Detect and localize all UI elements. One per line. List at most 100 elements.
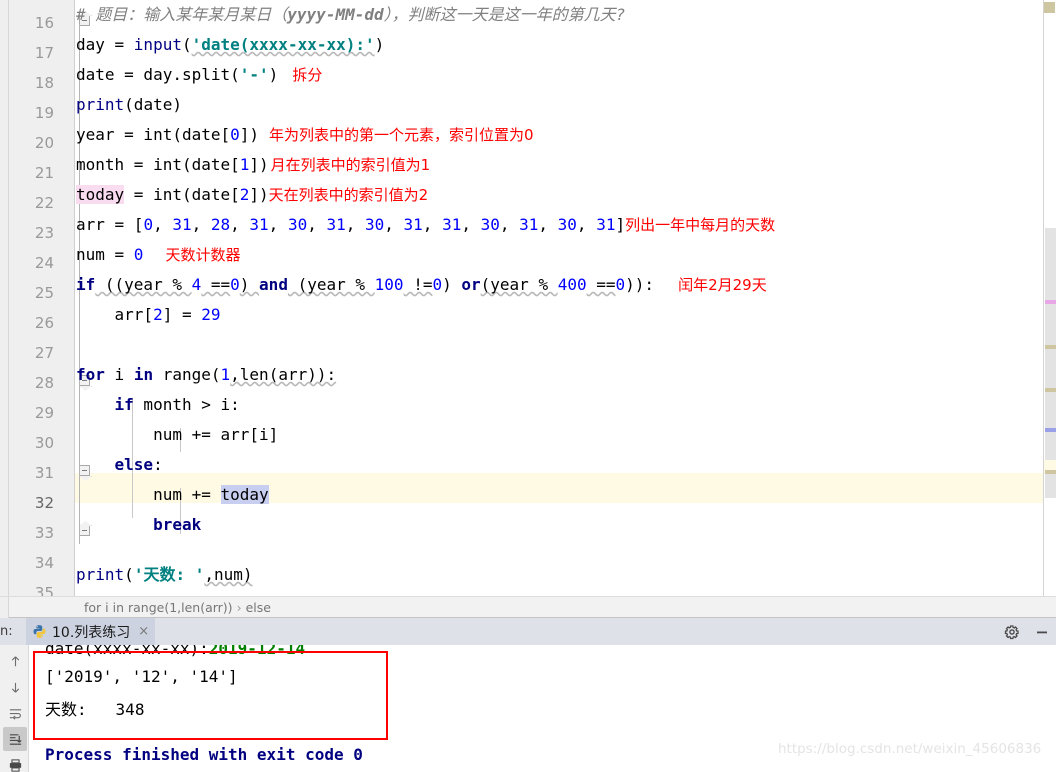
run-tool-window-header: n: 10.列表练习 × xyxy=(0,618,1056,645)
code-token: : xyxy=(153,455,163,474)
minimize-icon[interactable] xyxy=(1034,624,1050,640)
breadcrumb-item-else[interactable]: else xyxy=(246,600,271,615)
code-line-27[interactable] xyxy=(76,330,1020,360)
soft-wrap-icon[interactable] xyxy=(3,701,27,725)
code-token: arr[ xyxy=(76,305,154,324)
comma: , xyxy=(307,215,327,234)
comma: , xyxy=(499,215,520,234)
number-literal: 2 xyxy=(239,185,250,204)
run-tab[interactable]: 10.列表练习 × xyxy=(26,618,156,645)
line-number: 18 xyxy=(34,74,54,92)
code-line-16[interactable]: # 题目：输入某年某月某日（yyyy-MM-dd），判断这一天是这一年的第几天? xyxy=(76,0,1020,30)
number-literal: 1 xyxy=(220,365,231,384)
code-line-20[interactable]: year = int(date[0]) 年为列表中的第一个元素，索引位置为0 xyxy=(76,120,1020,150)
code-token: num += xyxy=(153,485,221,504)
code-line-26[interactable]: arr[2] = 29 xyxy=(76,300,1020,330)
string-literal: '-' xyxy=(239,65,269,84)
number-literal: 0 xyxy=(230,275,240,294)
up-arrow-icon[interactable] xyxy=(3,649,27,673)
code-token: != xyxy=(403,275,433,294)
annotation-gutter[interactable] xyxy=(0,0,9,596)
code-token: == xyxy=(201,275,231,294)
code-token: ) xyxy=(374,35,385,54)
run-header-actions[interactable] xyxy=(1004,618,1050,645)
keyword-and: and xyxy=(259,275,288,294)
code-token: ,num) xyxy=(204,565,253,584)
number-literal: 1 xyxy=(239,155,250,174)
code-line-31[interactable]: else: xyxy=(76,450,1020,480)
scrollbar-marker-tan[interactable] xyxy=(1045,470,1056,474)
print-icon[interactable] xyxy=(3,753,27,772)
string-literal: 'date(xxxx-xx-xx):' xyxy=(191,35,375,54)
code-token: (date) xyxy=(124,95,182,114)
scrollbar-thumb[interactable] xyxy=(1045,228,1056,498)
code-line-25[interactable]: if ((year % 4 ==0) and (year % 100 !=0) … xyxy=(76,270,1020,300)
selected-identifier: today xyxy=(220,485,269,504)
code-token: ( xyxy=(124,565,134,584)
code-token: arr = [ xyxy=(76,215,144,234)
code-token: i xyxy=(104,365,134,384)
line-number: 28 xyxy=(34,374,54,392)
code-line-18[interactable]: date = day.split('-') 拆分 xyxy=(76,60,1020,90)
line-number-gutter[interactable]: 16 17 18 19 20 21 22 23 24 25 26 27 28 2… xyxy=(9,0,90,596)
number-literal: 0 xyxy=(615,275,626,294)
comment-text-b: ），判断这一天是这一年的第几天? xyxy=(383,5,626,24)
code-line-35[interactable]: print('天数: ',num) xyxy=(76,560,1020,590)
comma: , xyxy=(230,215,250,234)
fold-marker-line33[interactable] xyxy=(61,518,90,548)
code-line-29[interactable]: if month > i: xyxy=(76,390,1020,420)
code-token: )): xyxy=(625,275,655,294)
line-number: 20 xyxy=(34,134,54,152)
code-line-22[interactable]: today = int(date[2])天在列表中的索引值为2 xyxy=(76,180,1020,210)
comma: , xyxy=(422,215,443,234)
scrollbar-marker-tan[interactable] xyxy=(1045,345,1056,349)
code-line-24[interactable]: num = 0 天数计数器 xyxy=(76,240,1020,270)
run-tab-label: 10.列表练习 xyxy=(52,624,131,641)
code-line-23[interactable]: arr = [0, 31, 28, 31, 30, 31, 30, 31, 31… xyxy=(76,210,1020,240)
line-number-current: 32 xyxy=(34,494,54,512)
line-number: 34 xyxy=(34,554,54,572)
gear-icon[interactable] xyxy=(1004,624,1020,640)
red-annotation-22: 天在列表中的索引值为2 xyxy=(268,186,429,204)
line-number: 33 xyxy=(34,524,54,542)
editor-scrollbar[interactable] xyxy=(1043,0,1056,596)
code-line-19[interactable]: print(date) xyxy=(76,90,1020,120)
scroll-to-end-icon[interactable] xyxy=(3,727,27,751)
number-literal: 31 xyxy=(403,215,423,234)
keyword-if: if xyxy=(76,275,96,294)
number-literal: 4 xyxy=(191,275,202,294)
code-text-area[interactable]: # 题目：输入某年某月某日（yyyy-MM-dd），判断这一天是这一年的第几天?… xyxy=(76,0,1020,596)
code-line-32[interactable]: num += today xyxy=(76,480,1020,510)
string-literal: '天数: ' xyxy=(133,565,205,584)
scrollbar-marker-blue[interactable] xyxy=(1045,428,1056,432)
breadcrumb-separator-icon: › xyxy=(236,600,242,615)
watermark: https://blog.csdn.net/weixin_45606836 xyxy=(778,741,1042,757)
code-line-28[interactable]: for i in range(1,len(arr)): xyxy=(76,360,1020,390)
code-line-21[interactable]: month = int(date[1]) 月在列表中的索引值为1 xyxy=(76,150,1020,180)
code-token: (year % xyxy=(287,275,375,294)
code-line-17[interactable]: day = input('date(xxxx-xx-xx):') xyxy=(76,30,1020,60)
fold-marker-line28[interactable] xyxy=(61,368,90,398)
fold-marker-line31[interactable] xyxy=(61,458,90,488)
code-editor[interactable]: 16 17 18 19 20 21 22 23 24 25 26 27 28 2… xyxy=(0,0,1056,596)
function-name: print xyxy=(76,565,125,584)
close-icon[interactable]: × xyxy=(138,625,149,638)
comment-text-bold: yyyy-MM-dd xyxy=(287,5,384,24)
console-toolbar[interactable] xyxy=(0,645,29,772)
breadcrumb[interactable]: for i in range(1,len(arr)) › else xyxy=(84,597,271,619)
breadcrumb-bar[interactable]: for i in range(1,len(arr)) › else xyxy=(0,596,1056,619)
down-arrow-icon[interactable] xyxy=(3,675,27,699)
code-line-30[interactable]: num += arr[i] xyxy=(76,420,1020,450)
pycharm-window: 16 17 18 19 20 21 22 23 24 25 26 27 28 2… xyxy=(0,0,1056,772)
fold-marker-line16[interactable] xyxy=(61,8,90,38)
code-line-33[interactable]: break xyxy=(76,510,1020,540)
scrollbar-marker-pink[interactable] xyxy=(1045,300,1056,304)
line-number: 17 xyxy=(34,44,54,62)
red-annotation-20: 年为列表中的第一个元素，索引位置为0 xyxy=(269,126,534,144)
breadcrumb-item-for[interactable]: for i in range(1,len(arr)) xyxy=(84,600,233,615)
red-annotation-18: 拆分 xyxy=(292,66,323,84)
keyword-for: for xyxy=(76,365,105,384)
scrollbar-marker-tan[interactable] xyxy=(1045,388,1056,392)
